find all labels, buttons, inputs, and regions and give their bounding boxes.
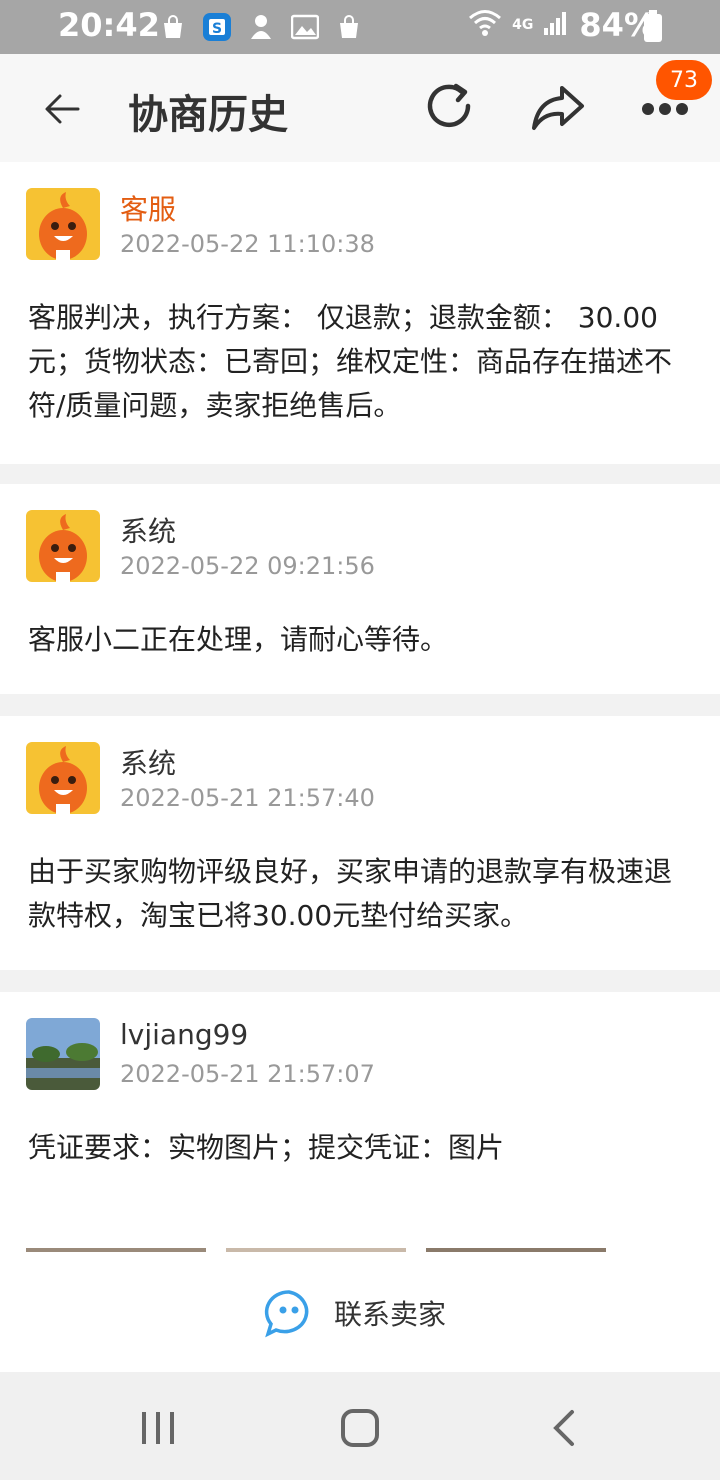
back-button[interactable] xyxy=(38,84,88,134)
network-type: 4G xyxy=(512,17,534,33)
contact-seller-bar: 联系卖家 xyxy=(0,1252,720,1372)
chat-bubble-icon xyxy=(264,1290,309,1338)
battery-icon xyxy=(644,10,662,42)
notification-badge: 73 xyxy=(656,60,712,100)
system-nav-bar xyxy=(0,1372,720,1480)
svg-text:S: S xyxy=(212,21,222,37)
home-button[interactable] xyxy=(340,1408,380,1448)
recent-apps-icon xyxy=(142,1412,174,1444)
record-text: 由于买家购物评级良好，买家申请的退款享有极速退款特权，淘宝已将30.00元垫付给… xyxy=(28,855,673,932)
mascot-notification-icon xyxy=(246,12,276,42)
wifi-icon xyxy=(468,9,502,41)
record-time: 2022-05-21 21:57:40 xyxy=(120,784,375,812)
share-icon xyxy=(532,86,584,130)
page-title: 协商历史 xyxy=(128,92,288,138)
record-time: 2022-05-22 09:21:56 xyxy=(120,552,375,580)
refresh-icon xyxy=(427,83,471,128)
signal-icon xyxy=(543,10,569,40)
mascot-avatar-icon xyxy=(26,742,100,814)
record-text: 客服小二正在处理，请耐心等待。 xyxy=(28,623,449,656)
image-icon xyxy=(290,12,320,42)
mascot-avatar-icon xyxy=(26,510,100,582)
history-record: 系统 2022-05-22 09:21:56 客服小二正在处理，请耐心等待。 xyxy=(0,484,720,694)
share-button[interactable] xyxy=(530,82,586,134)
record-text: 客服判决，执行方案： 仅退款；退款金额： 30.00元；货物状态：已寄回；维权定… xyxy=(28,301,673,422)
shopping-bag-icon xyxy=(158,12,188,42)
record-time: 2022-05-21 21:57:07 xyxy=(120,1060,375,1088)
record-text: 凭证要求：实物图片；提交凭证：图片 xyxy=(28,1131,505,1164)
record-author: 客服 xyxy=(120,193,177,226)
history-record: 客服 2022-05-22 11:10:38 客服判决，执行方案： 仅退款；退款… xyxy=(0,162,720,464)
record-author: 系统 xyxy=(120,515,177,548)
refresh-button[interactable] xyxy=(422,80,478,136)
mascot-avatar-icon xyxy=(26,188,100,260)
home-icon xyxy=(341,1409,379,1447)
status-time: 20:42 xyxy=(58,6,160,44)
status-bar: 20:42 S 4G 84% xyxy=(0,0,720,54)
history-record: lvjiang99 2022-05-21 21:57:07 凭证要求：实物图片；… xyxy=(0,992,720,1252)
system-back-button[interactable] xyxy=(546,1408,586,1448)
contact-seller-label: 联系卖家 xyxy=(334,1298,447,1331)
shopping-bag-icon xyxy=(334,12,364,42)
record-author: 系统 xyxy=(120,747,177,780)
contact-seller-button[interactable]: 联系卖家 xyxy=(262,1288,446,1338)
back-arrow-icon xyxy=(45,94,80,124)
top-app-bar: 协商历史 73 xyxy=(0,54,720,162)
recent-apps-button[interactable] xyxy=(138,1408,178,1448)
record-author: lvjiang99 xyxy=(120,1018,249,1051)
landscape-avatar-icon xyxy=(26,1018,100,1090)
history-record: 系统 2022-05-21 21:57:40 由于买家购物评级良好，买家申请的退… xyxy=(0,716,720,970)
app-s-icon: S xyxy=(202,12,232,42)
chevron-left-icon xyxy=(553,1410,574,1446)
record-time: 2022-05-22 11:10:38 xyxy=(120,230,375,258)
